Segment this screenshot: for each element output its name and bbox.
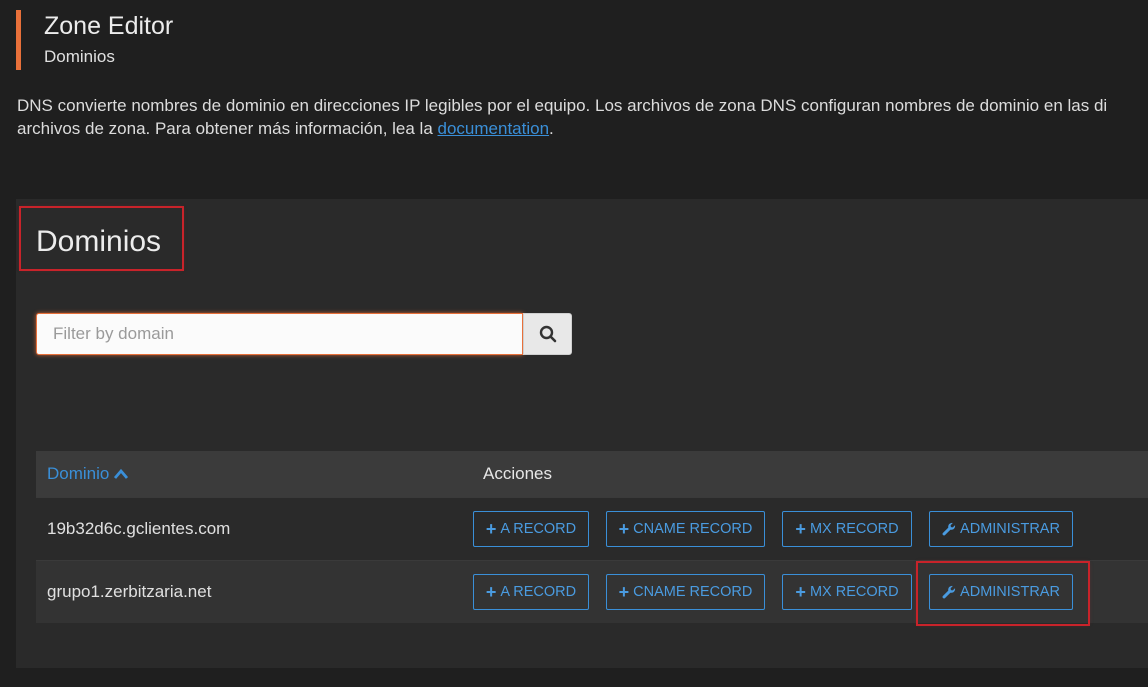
cname-record-button[interactable]: + CNAME RECORD bbox=[606, 574, 765, 610]
column-header-domain[interactable]: Dominio bbox=[36, 464, 473, 484]
plus-icon: + bbox=[485, 519, 497, 539]
documentation-link[interactable]: documentation bbox=[438, 119, 550, 138]
mx-record-label: MX RECORD bbox=[809, 584, 899, 600]
intro-line-2-text: archivos de zona. Para obtener más infor… bbox=[17, 119, 438, 138]
administrar-button[interactable]: ADMINISTRAR bbox=[929, 511, 1073, 547]
mx-record-label: MX RECORD bbox=[809, 521, 899, 537]
a-record-label: A RECORD bbox=[500, 584, 577, 600]
chevron-up-icon bbox=[114, 468, 129, 479]
search-bar bbox=[36, 313, 572, 355]
page-title: Zone Editor bbox=[44, 12, 174, 40]
plus-icon: + bbox=[618, 519, 630, 539]
table-row: 19b32d6c.gclientes.com + A RECORD + CNAME … bbox=[36, 497, 1148, 560]
column-header-actions: Acciones bbox=[483, 464, 552, 483]
search-input[interactable] bbox=[36, 313, 523, 355]
plus-icon: + bbox=[795, 519, 806, 539]
domain-name: 19b32d6c.gclientes.com bbox=[47, 519, 231, 538]
search-icon bbox=[539, 325, 556, 343]
cname-record-label: CNAME RECORD bbox=[633, 521, 753, 537]
row-actions: + A RECORD + CNAME RECORD + MX RECORD ADMIN… bbox=[473, 574, 1090, 610]
a-record-label: A RECORD bbox=[500, 521, 577, 537]
administrar-label: ADMINISTRAR bbox=[960, 584, 1060, 600]
plus-icon: + bbox=[618, 582, 630, 602]
cname-record-button[interactable]: + CNAME RECORD bbox=[606, 511, 765, 547]
intro-line-1: DNS convierte nombres de dominio en dire… bbox=[17, 96, 1108, 115]
plus-icon: + bbox=[795, 582, 806, 602]
a-record-button[interactable]: + A RECORD bbox=[473, 574, 589, 610]
intro-line-2: archivos de zona. Para obtener más infor… bbox=[17, 117, 1148, 140]
search-button[interactable] bbox=[523, 313, 572, 355]
administrar-label: ADMINISTRAR bbox=[960, 521, 1060, 537]
domain-name: grupo1.zerbitzaria.net bbox=[47, 582, 212, 601]
panel-title: Dominios bbox=[36, 225, 162, 258]
table-header: Dominio Acciones bbox=[36, 451, 1148, 497]
table-row: grupo1.zerbitzaria.net + A RECORD + CNAME … bbox=[36, 560, 1148, 623]
wrench-icon bbox=[942, 585, 956, 599]
intro-text: DNS convierte nombres de dominio en dire… bbox=[17, 94, 1148, 140]
page-subtitle: Dominios bbox=[44, 47, 115, 66]
wrench-icon bbox=[942, 522, 956, 536]
panel-heading: Dominios bbox=[19, 206, 184, 271]
plus-icon: + bbox=[485, 582, 497, 602]
a-record-button[interactable]: + A RECORD bbox=[473, 511, 589, 547]
column-header-domain-label: Dominio bbox=[47, 464, 110, 483]
administrar-button[interactable]: ADMINISTRAR bbox=[929, 574, 1073, 610]
intro-line-2-end: . bbox=[549, 119, 554, 138]
zone-editor-page: Zone Editor Dominios DNS convierte nombr… bbox=[0, 0, 1148, 687]
domains-table: Dominio Acciones 19b32d6c.gclientes.com … bbox=[36, 451, 1148, 623]
mx-record-button[interactable]: + MX RECORD bbox=[782, 511, 912, 547]
row-actions: + A RECORD + CNAME RECORD + MX RECORD ADMIN… bbox=[473, 511, 1090, 547]
cname-record-label: CNAME RECORD bbox=[633, 584, 753, 600]
mx-record-button[interactable]: + MX RECORD bbox=[782, 574, 912, 610]
page-header: Zone Editor Dominios bbox=[16, 10, 173, 70]
